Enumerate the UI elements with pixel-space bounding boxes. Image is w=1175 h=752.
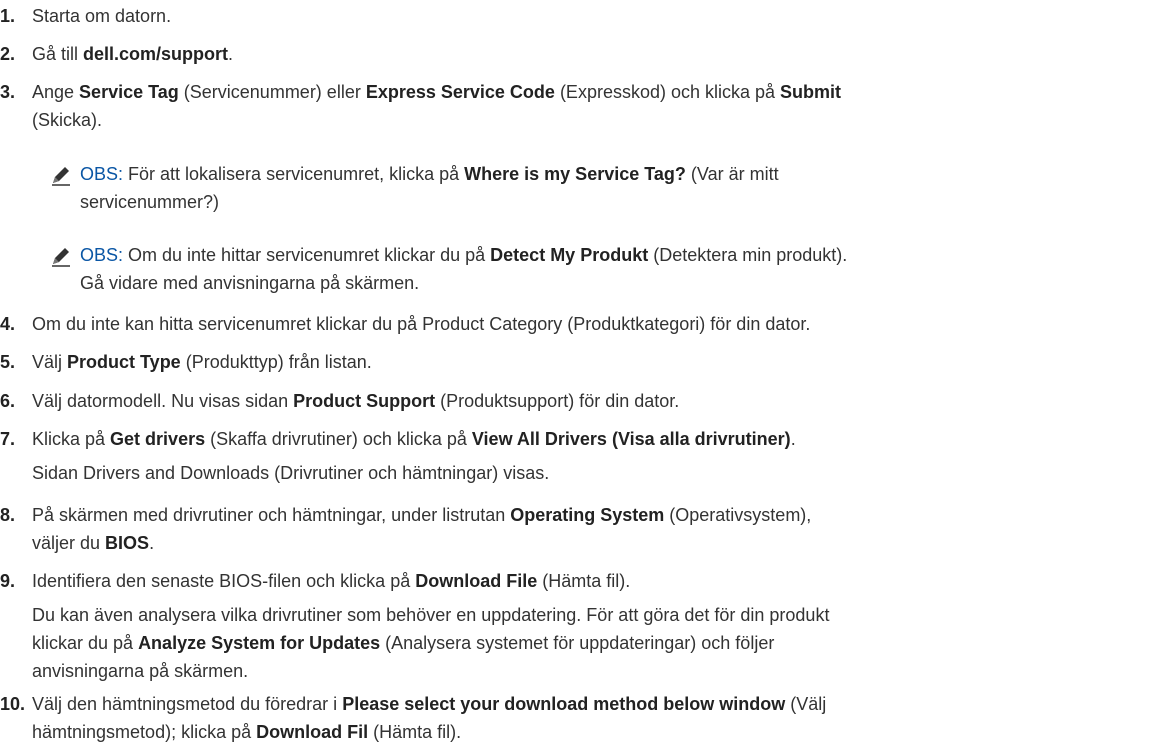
step-text-cont: Sidan Drivers and Downloads (Drivrutiner…	[32, 459, 1172, 487]
step-text: Identifiera den senaste BIOS-filen och k…	[32, 567, 1172, 595]
bold-term: Get drivers	[110, 429, 206, 449]
bold-term: BIOS	[105, 533, 150, 553]
bold-term: View All Drivers (Visa alla drivrutiner)	[471, 429, 791, 449]
text-run: Klicka på	[32, 429, 111, 449]
step-para-3: anvisningarna på skärmen.	[32, 657, 1172, 685]
bold-term: Detect My Produkt	[490, 245, 649, 265]
bold-term: Please select your download method below…	[342, 694, 786, 714]
text-run: servicenummer?)	[80, 192, 220, 212]
step-text: Gå till dell.com/support.	[32, 40, 1172, 68]
bold-term: Submit	[780, 82, 842, 102]
text-run: (Var är mitt	[685, 164, 779, 184]
text-run: Välj den hämtningsmetod du föredrar i	[32, 694, 343, 714]
text-run: Om du inte hittar servicenumret klickar …	[123, 245, 491, 265]
text-run: På skärmen med drivrutiner och hämtninga…	[32, 505, 511, 525]
text-run: (Skicka).	[32, 110, 103, 130]
text-run: (Hämta fil).	[368, 722, 462, 742]
text-run: (Analysera systemet för uppdateringar) o…	[380, 633, 775, 653]
step-text: Klicka på Get drivers (Skaffa drivrutine…	[32, 425, 1172, 453]
note-text-cont: Gå vidare med anvisningarna på skärmen.	[80, 269, 1170, 297]
step-para-1: Du kan även analysera vilka drivrutiner …	[32, 601, 1172, 629]
bold-term: Operating System	[510, 505, 665, 525]
bold-term: Download File	[415, 571, 538, 591]
text-run: .	[790, 429, 796, 449]
note-1: OBS: För att lokalisera servicenumret, k…	[50, 160, 1170, 216]
bold-term: Analyze System for Updates	[138, 633, 381, 653]
bold-term: Service Tag	[79, 82, 179, 102]
text-run: Välj datormodell. Nu visas sidan	[32, 391, 294, 411]
step-text: Välj datormodell. Nu visas sidan Product…	[32, 387, 1172, 415]
step-text: På skärmen med drivrutiner och hämtninga…	[32, 501, 1172, 529]
bold-term: Where is my Service Tag?	[464, 164, 686, 184]
note-text: OBS: Om du inte hittar servicenumret kli…	[80, 241, 1170, 269]
pencil-note-icon	[50, 164, 72, 186]
text-run: (Hämta fil).	[537, 571, 631, 591]
bold-term: Product Support	[293, 391, 436, 411]
text-run: väljer du	[32, 533, 106, 553]
step-text: Starta om datorn.	[32, 2, 1172, 30]
text-run: klickar du på	[32, 633, 139, 653]
step-text: Om du inte kan hitta servicenumret klick…	[32, 310, 1172, 338]
text-run: Välj	[32, 352, 68, 372]
text-run: Om du inte kan hitta servicenumret klick…	[32, 314, 811, 334]
text-run: (Operativsystem),	[664, 505, 812, 525]
bold-term: Express Service Code	[365, 82, 555, 102]
text-run: hämtningsmetod); klicka på	[32, 722, 257, 742]
text-run: .	[149, 533, 155, 553]
text-run: (Servicenummer) eller	[178, 82, 366, 102]
note-2: OBS: Om du inte hittar servicenumret kli…	[50, 241, 1170, 297]
bold-term: dell.com/support	[83, 44, 229, 64]
note-label: OBS:	[80, 164, 124, 184]
text-run: Gå vidare med anvisningarna på skärmen.	[80, 273, 420, 293]
step-text-cont: (Skicka).	[32, 106, 1172, 134]
text-run: (Skaffa drivrutiner) och klicka på	[205, 429, 472, 449]
text-run: (Produkttyp) från listan.	[180, 352, 372, 372]
step-text: Ange Service Tag (Servicenummer) eller E…	[32, 78, 1172, 106]
text-run: (Expresskod) och klicka på	[554, 82, 781, 102]
text-run: Gå till	[32, 44, 84, 64]
text-run: (Produktsupport) för din dator.	[435, 391, 680, 411]
text-run: (Välj	[785, 694, 827, 714]
note-label: OBS:	[80, 245, 124, 265]
note-text: OBS: För att lokalisera servicenumret, k…	[80, 160, 1170, 188]
text-run: Starta om datorn.	[32, 6, 172, 26]
note-text-cont: servicenummer?)	[80, 188, 1170, 216]
bold-term: Product Type	[67, 352, 181, 372]
text-run: För att lokalisera servicenumret, klicka…	[123, 164, 465, 184]
text-run: Identifiera den senaste BIOS-filen och k…	[32, 571, 416, 591]
step-text: Välj Product Type (Produkttyp) från list…	[32, 348, 1172, 376]
text-run: Ange	[32, 82, 80, 102]
step-text: Välj den hämtningsmetod du föredrar i Pl…	[32, 690, 1172, 718]
step-text-cont: hämtningsmetod); klicka på Download Fil …	[32, 718, 1172, 746]
text-run: Sidan Drivers and Downloads (Drivrutiner…	[32, 463, 550, 483]
bold-term: Download Fil	[256, 722, 369, 742]
text-run: Du kan även analysera vilka drivrutiner …	[32, 605, 830, 625]
text-run: (Detektera min produkt).	[648, 245, 848, 265]
pencil-note-icon	[50, 245, 72, 267]
text-run: .	[228, 44, 234, 64]
step-para-2: klickar du på Analyze System for Updates…	[32, 629, 1172, 657]
step-text-cont: väljer du BIOS.	[32, 529, 1172, 557]
text-run: anvisningarna på skärmen.	[32, 661, 249, 681]
